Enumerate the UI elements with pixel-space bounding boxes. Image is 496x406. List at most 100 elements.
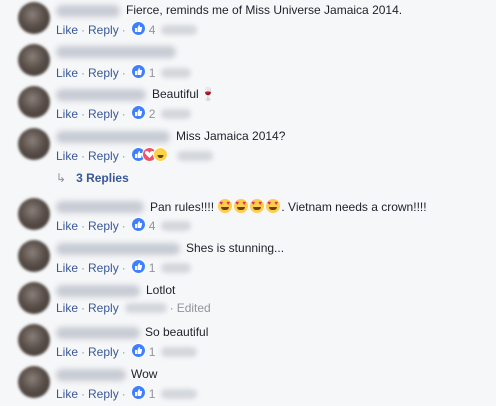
comment-text: Beautiful 🍷 [152, 87, 216, 101]
reply-link[interactable]: Reply [88, 23, 119, 37]
comment-text-start: Pan rules!!!! [150, 200, 215, 214]
like-reaction-icon[interactable] [130, 21, 146, 36]
like-link[interactable]: Like [56, 301, 78, 315]
timestamp-blurred[interactable] [161, 263, 192, 273]
reply-link[interactable]: Reply [88, 149, 119, 163]
commenter-name-blurred[interactable] [56, 369, 126, 381]
avatar[interactable] [18, 128, 50, 160]
heart-eyes-emoji: ♥ ♥ [250, 199, 265, 213]
commenter-name-blurred[interactable] [56, 46, 176, 58]
reaction-count[interactable]: 1 [149, 261, 156, 275]
timestamp-blurred[interactable] [176, 151, 213, 161]
commenter-name-blurred[interactable] [56, 285, 140, 297]
wine-glass-emoji: 🍷 [200, 87, 216, 101]
separator: · [121, 387, 126, 401]
timestamp-blurred[interactable] [161, 68, 192, 78]
like-reaction-icon[interactable] [130, 343, 146, 358]
like-link[interactable]: Like [56, 23, 78, 37]
avatar[interactable] [18, 2, 50, 34]
reply-link[interactable]: Reply [88, 66, 119, 80]
reaction-count[interactable]: 4 [149, 219, 156, 233]
avatar[interactable] [18, 198, 50, 230]
comment-actions: Like · Reply · 4 [56, 217, 192, 233]
view-replies-link[interactable]: ↳ 3 Replies [56, 171, 129, 185]
comment-text-content: Beautiful [152, 87, 199, 101]
comment-actions: Like · Reply · Edited [56, 301, 211, 315]
separator: · [81, 301, 86, 315]
comment-text: Wow [131, 367, 158, 381]
heart-eyes-emoji: ♥ ♥ [218, 199, 233, 213]
separator: · [121, 261, 126, 275]
like-link[interactable]: Like [56, 345, 78, 359]
separator: · [121, 107, 126, 121]
reply-link[interactable]: Reply [88, 107, 119, 121]
reply-link[interactable]: Reply [88, 301, 119, 315]
timestamp-blurred[interactable] [124, 303, 167, 313]
comment-actions: Like · Reply · [56, 147, 213, 163]
comment-text: Miss Jamaica 2014? [176, 129, 286, 143]
heart-eyes-emoji: ♥ ♥ [234, 199, 249, 213]
timestamp-blurred[interactable] [161, 347, 198, 357]
commenter-name-blurred[interactable] [56, 243, 180, 255]
commenter-name-blurred[interactable] [56, 327, 140, 339]
replies-label[interactable]: 3 Replies [76, 171, 129, 185]
comment-actions: Like · Reply · 2 [56, 105, 192, 121]
like-link[interactable]: Like [56, 261, 78, 275]
separator: · [81, 387, 86, 401]
avatar[interactable] [18, 366, 50, 398]
comment-text: So beautiful [145, 325, 209, 339]
timestamp-blurred[interactable] [161, 221, 192, 231]
comment-actions: Like · Reply · 1 [56, 385, 198, 401]
reply-link[interactable]: Reply [88, 387, 119, 401]
avatar[interactable] [18, 44, 50, 76]
like-link[interactable]: Like [56, 387, 78, 401]
timestamp-blurred[interactable] [161, 389, 198, 399]
haha-reaction-icon[interactable] [152, 147, 168, 162]
avatar[interactable] [18, 240, 50, 272]
comment-actions: Like · Reply · 1 [56, 64, 192, 80]
like-link[interactable]: Like [56, 219, 78, 233]
reply-arrow-icon: ↳ [56, 171, 67, 185]
comment-text: Fierce, reminds me of Miss Universe Jama… [126, 3, 403, 17]
timestamp-blurred[interactable] [161, 25, 198, 35]
separator: · [81, 219, 86, 233]
commenter-name-blurred[interactable] [56, 5, 120, 17]
separator: · [121, 23, 126, 37]
like-link[interactable]: Like [56, 66, 78, 80]
comment-text: Pan rules!!!! ♥ ♥ ♥ ♥ ♥ ♥ ♥ ♥. Vietnam needs a … [150, 199, 427, 214]
edited-label[interactable]: Edited [177, 301, 211, 315]
avatar[interactable] [18, 86, 50, 118]
avatar[interactable] [18, 282, 50, 314]
reply-link[interactable]: Reply [88, 219, 119, 233]
commenter-name-blurred[interactable] [56, 89, 146, 101]
comment-text: Shes is stunning... [186, 241, 285, 255]
like-reaction-icon[interactable] [130, 217, 146, 232]
reply-link[interactable]: Reply [88, 261, 119, 275]
separator: · [169, 301, 174, 315]
reply-link[interactable]: Reply [88, 345, 119, 359]
avatar[interactable] [18, 324, 50, 356]
like-link[interactable]: Like [56, 107, 78, 121]
separator: · [121, 149, 126, 163]
comment-text-end: . Vietnam needs a crown!!!! [281, 200, 427, 214]
heart-eyes-emoji: ♥ ♥ [266, 199, 281, 213]
separator: · [81, 261, 86, 275]
reaction-count[interactable]: 2 [149, 107, 156, 121]
separator: · [81, 345, 86, 359]
separator: · [121, 66, 126, 80]
separator: · [121, 219, 126, 233]
comment-text: Lotlot [146, 283, 176, 297]
comment-actions: Like · Reply · 1 [56, 343, 198, 359]
reaction-count[interactable]: 4 [149, 23, 156, 37]
like-link[interactable]: Like [56, 149, 78, 163]
like-reaction-icon[interactable] [130, 105, 146, 120]
like-reaction-icon[interactable] [130, 385, 146, 400]
like-reaction-icon[interactable] [130, 64, 146, 79]
timestamp-blurred[interactable] [161, 109, 192, 119]
reaction-count[interactable]: 1 [149, 66, 156, 80]
commenter-name-blurred[interactable] [56, 131, 170, 143]
like-reaction-icon[interactable] [130, 259, 146, 274]
commenter-name-blurred[interactable] [56, 201, 144, 213]
reaction-count[interactable]: 1 [149, 345, 156, 359]
reaction-count[interactable]: 1 [149, 387, 156, 401]
